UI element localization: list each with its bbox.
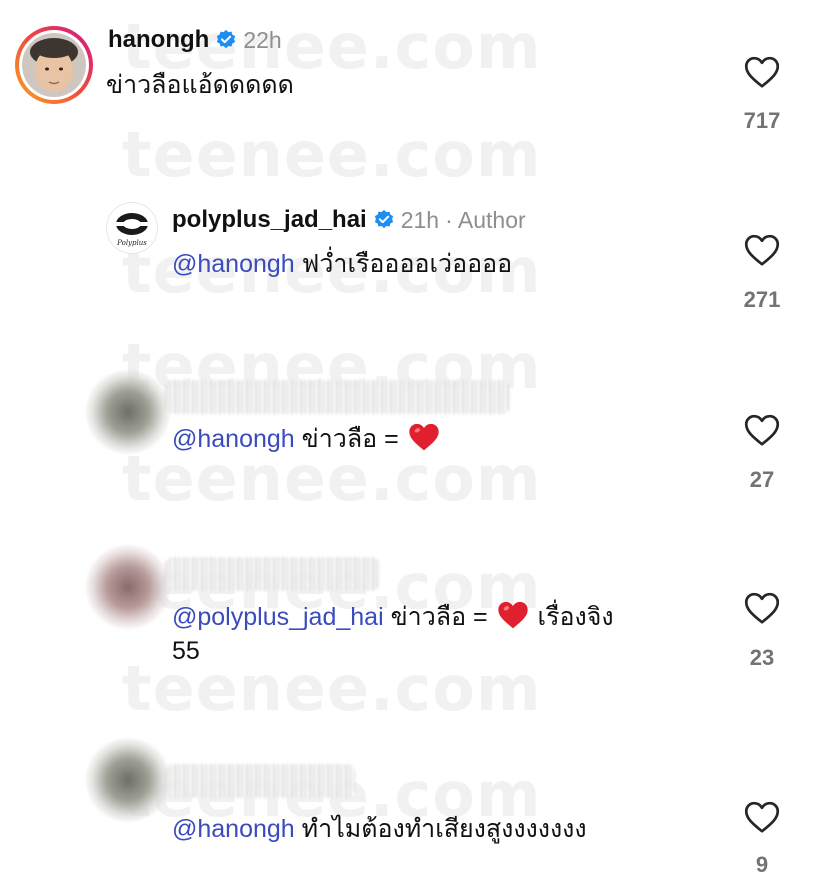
blurred-username [165, 557, 380, 591]
comment-body: ทำไมต้องทำเสียงสูงงงงงงง [301, 815, 587, 843]
avatar[interactable] [14, 25, 94, 105]
mention-link[interactable]: @hanongh [172, 250, 295, 278]
comment-item: @polyplus_jad_hai ข่าวลือ = เรื่องจิง 55… [0, 540, 820, 700]
svg-text:Polyplus: Polyplus [116, 239, 147, 247]
blurred-username [165, 380, 510, 414]
comment-text: @hanongh ฟว่ำเรืออออเว่ออออ [172, 245, 512, 283]
comment-body: ข่าวลือ = [301, 425, 399, 453]
heart-outline-icon[interactable] [744, 800, 780, 834]
avatar[interactable] [86, 738, 170, 822]
comment-text: @hanongh ทำไมต้องทำเสียงสูงงงงงงง [172, 810, 587, 848]
comment-text: ข่าวลือแอ้ดดดดด [106, 71, 294, 99]
comment-item: Polyplus polyplus_jad_hai 21h · Author @… [0, 190, 820, 340]
verified-badge-icon [374, 209, 393, 229]
comment-item: hanongh 22h ข่าวลือแอ้ดดดดด 717 [0, 0, 820, 170]
comment-text: @hanongh ข่าวลือ = [172, 420, 442, 458]
comment-body: ข่าวลือ = [390, 603, 488, 631]
like-count: 9 [755, 852, 769, 877]
avatar[interactable]: Polyplus [106, 202, 158, 254]
heart-outline-icon[interactable] [744, 233, 780, 267]
comment-timestamp: 22h [243, 26, 282, 53]
comment-text: @polyplus_jad_hai ข่าวลือ = เรื่องจิง [172, 598, 614, 636]
red-heart-emoji [497, 601, 528, 629]
author-label: · Author [445, 206, 526, 233]
comment-body: ฟว่ำเรืออออเว่ออออ [301, 250, 513, 278]
like-count: 717 [743, 108, 781, 133]
blurred-username [165, 764, 355, 798]
red-heart-emoji [409, 423, 439, 451]
comment-body-after: เรื่องจิง [537, 603, 614, 631]
mention-link[interactable]: @hanongh [172, 425, 295, 453]
comment-item: @hanongh ทำไมต้องทำเสียงสูงงงงงงง 9 [0, 730, 820, 891]
mention-link[interactable]: @hanongh [172, 815, 295, 843]
avatar[interactable] [86, 370, 170, 454]
verified-badge-icon [217, 29, 236, 49]
heart-outline-icon[interactable] [744, 591, 780, 625]
like-count: 271 [743, 287, 781, 312]
avatar[interactable] [86, 545, 170, 629]
like-count: 23 [749, 645, 775, 670]
heart-outline-icon[interactable] [744, 55, 780, 89]
like-count: 27 [749, 467, 775, 492]
heart-outline-icon[interactable] [744, 413, 780, 447]
comment-username[interactable]: hanongh [108, 26, 209, 54]
mention-link[interactable]: @polyplus_jad_hai [172, 603, 384, 631]
comment-text-line2: 55 [172, 637, 200, 665]
comment-username[interactable]: polyplus_jad_hai [172, 206, 367, 234]
comment-item: @hanongh ข่าวลือ = 27 [0, 360, 820, 510]
comment-timestamp: 21h [400, 206, 440, 233]
